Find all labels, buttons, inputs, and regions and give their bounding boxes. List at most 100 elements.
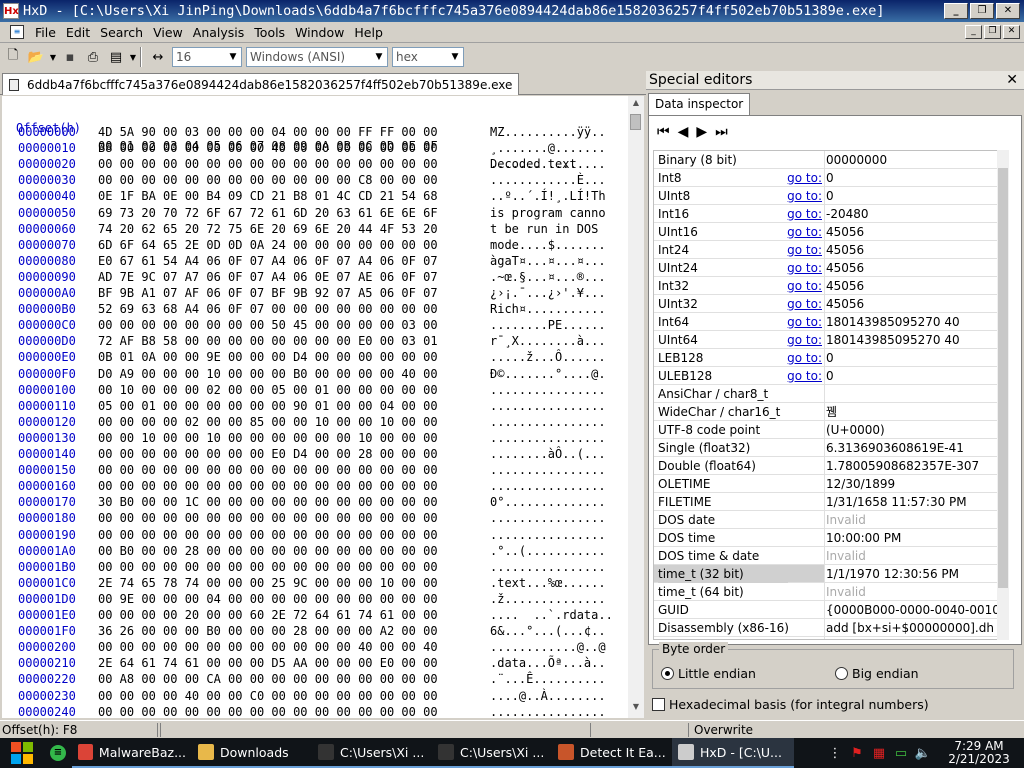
goto-link[interactable]: go to: [786, 187, 822, 205]
menu-tools[interactable]: Tools [249, 25, 290, 40]
previous-icon[interactable]: ◀ [678, 124, 689, 140]
inspector-row[interactable]: time_t (32 bit) 1/1/1970 12:30:56 PM [654, 565, 1008, 583]
inspector-row[interactable]: Double (float64) 1.78005908682357E-307 [654, 457, 1008, 475]
scroll-thumb[interactable] [998, 168, 1008, 588]
inspector-row[interactable]: UInt16 go to: 45056 [654, 223, 1008, 241]
new-file-icon[interactable]: 🗋 [3, 47, 23, 67]
inspector-row[interactable]: UTF-8 code point (U+0000) [654, 421, 1008, 439]
inspector-row[interactable]: Int16 go to: -20480 [654, 205, 1008, 223]
goto-link[interactable]: go to: [786, 205, 822, 223]
tab-data-inspector[interactable]: Data inspector [648, 93, 751, 115]
scroll-thumb[interactable] [630, 114, 641, 130]
open-dropdown-icon[interactable]: ▼ [49, 47, 57, 67]
checkbox-icon[interactable] [652, 698, 665, 711]
inspector-row[interactable]: DOS date Invalid [654, 511, 1008, 529]
taskbar-item[interactable]: MalwareBaz... [72, 738, 192, 768]
taskbar-item[interactable]: C:\Users\Xi ... [432, 738, 552, 768]
bytes-per-row-select[interactable]: 16 ▼ [172, 47, 242, 67]
goto-link[interactable]: go to: [786, 259, 822, 277]
mdi-minimize-button[interactable]: _ [965, 25, 982, 39]
row-decoded[interactable]: ................ [490, 703, 606, 721]
mdi-restore-button[interactable]: ❐ [984, 25, 1001, 39]
clock[interactable]: 7:29 AM 2/21/2023 [934, 740, 1024, 766]
open-disk-icon[interactable]: ▤ [106, 47, 126, 67]
inspector-row[interactable]: Disassembly (x86-32) add [eax+$00000000],… [654, 637, 1008, 639]
start-button[interactable] [0, 738, 44, 768]
inspector-value[interactable]: 180143985095270 40 [826, 313, 1006, 331]
inspector-row[interactable]: DOS time 10:00:00 PM [654, 529, 1008, 547]
inspector-value[interactable]: 1/1/1970 12:30:56 PM [826, 565, 1006, 583]
row-bytes[interactable]: 00 00 00 00 00 00 00 00 00 00 00 00 00 0… [98, 703, 438, 721]
more-icon[interactable]: ⋮ [824, 746, 846, 761]
inspector-value[interactable]: 뀀 [826, 403, 1006, 421]
save-icon[interactable]: ▪ [60, 47, 80, 67]
document-icon[interactable]: ≡ [10, 25, 24, 39]
inspector-row[interactable]: AnsiChar / char8_t [654, 385, 1008, 403]
little-endian-radio[interactable]: Little endian [661, 666, 756, 681]
chevron-down-icon[interactable]: ▼ [447, 48, 463, 66]
flag-icon[interactable]: ⚑ [846, 746, 868, 761]
disk-dropdown-icon[interactable]: ▼ [129, 47, 137, 67]
inspector-row[interactable]: Binary (8 bit) 00000000 [654, 151, 1008, 169]
inspector-row[interactable]: Int8 go to: 0 [654, 169, 1008, 187]
offset-format-select[interactable]: hex ▼ [392, 47, 464, 67]
inspector-row[interactable]: LEB128 go to: 0 [654, 349, 1008, 367]
inspector-value[interactable]: 45056 [826, 295, 1006, 313]
inspector-row[interactable]: UInt24 go to: 45056 [654, 259, 1008, 277]
hex-editor[interactable]: Offset(h) 00 01 02 03 04 05 06 07 08 09 … [2, 96, 644, 721]
inspector-value[interactable]: 0 [826, 367, 1006, 385]
inspector-value[interactable]: Invalid [826, 583, 1006, 601]
inspector-row[interactable]: Int24 go to: 45056 [654, 241, 1008, 259]
inspector-value[interactable]: 45056 [826, 259, 1006, 277]
inspector-row[interactable]: UInt8 go to: 0 [654, 187, 1008, 205]
inspector-row[interactable]: Single (float32) 6.3136903608619E-41 [654, 439, 1008, 457]
windows-logo-icon[interactable] [11, 742, 33, 764]
maximize-button[interactable]: ❐ [970, 3, 994, 19]
inspector-value[interactable]: -20480 [826, 205, 1006, 223]
inspector-row[interactable]: OLETIME 12/30/1899 [654, 475, 1008, 493]
goto-link[interactable]: go to: [786, 169, 822, 187]
menu-view[interactable]: View [148, 25, 188, 40]
radio-checked-icon[interactable] [661, 667, 674, 680]
print-icon[interactable]: ⎙ [83, 47, 103, 67]
menu-help[interactable]: Help [349, 25, 388, 40]
goto-link[interactable]: go to: [786, 349, 822, 367]
inspector-value[interactable]: Invalid [826, 547, 1006, 565]
first-icon[interactable]: ⏮ [657, 124, 670, 140]
inspector-value[interactable]: 0 [826, 169, 1006, 187]
taskbar-item[interactable]: HxD - [C:\U... [672, 738, 794, 768]
inspector-scrollbar[interactable] [997, 150, 1009, 640]
goto-link[interactable]: go to: [786, 241, 822, 259]
inspector-value[interactable]: (U+0000) [826, 421, 1006, 439]
inspector-value[interactable]: add [bx+si+$00000000].dh [826, 619, 1006, 637]
inspector-value[interactable]: 0 [826, 187, 1006, 205]
inspector-value[interactable]: Invalid [826, 511, 1006, 529]
notification-icon[interactable]: ▦ [868, 746, 890, 761]
inspector-value[interactable]: 00000000 [826, 151, 1006, 169]
inspector-row[interactable]: GUID {0000B000-0000-0040-0010- [654, 601, 1008, 619]
menu-search[interactable]: Search [95, 25, 148, 40]
file-tab[interactable]: 6ddb4a7f6bcfffc745a376e0894424dab86e1582… [2, 73, 520, 95]
inspector-value[interactable]: 12/30/1899 [826, 475, 1006, 493]
inspector-row[interactable]: time_t (64 bit) Invalid [654, 583, 1008, 601]
inspector-row[interactable]: Int64 go to: 180143985095270 40 [654, 313, 1008, 331]
chevron-down-icon[interactable]: ▼ [371, 48, 387, 66]
pinned-app-icon[interactable]: ≡ [44, 738, 72, 768]
scroll-up-icon[interactable]: ▲ [628, 98, 644, 112]
network-icon[interactable]: ▭ [890, 746, 912, 761]
inspector-value[interactable]: 45056 [826, 277, 1006, 295]
radio-unchecked-icon[interactable] [835, 667, 848, 680]
taskbar-item[interactable]: C:\Users\Xi ... [312, 738, 432, 768]
hex-basis-checkbox[interactable]: Hexadecimal basis (for integral numbers) [652, 697, 929, 712]
inspector-value[interactable]: 0 [826, 349, 1006, 367]
inspector-row[interactable]: Disassembly (x86-16) add [bx+si+$00000000… [654, 619, 1008, 637]
inspector-value[interactable]: 1.78005908682357E-307 [826, 457, 1006, 475]
last-icon[interactable]: ⏭ [715, 124, 728, 140]
inspector-value[interactable]: 45056 [826, 241, 1006, 259]
inspector-row[interactable]: UInt64 go to: 180143985095270 40 [654, 331, 1008, 349]
taskbar-item[interactable]: Downloads [192, 738, 312, 768]
volume-icon[interactable]: 🔈 [912, 746, 934, 761]
menu-edit[interactable]: Edit [61, 25, 95, 40]
inspector-value[interactable]: 180143985095270 40 [826, 331, 1006, 349]
big-endian-radio[interactable]: Big endian [835, 666, 919, 681]
